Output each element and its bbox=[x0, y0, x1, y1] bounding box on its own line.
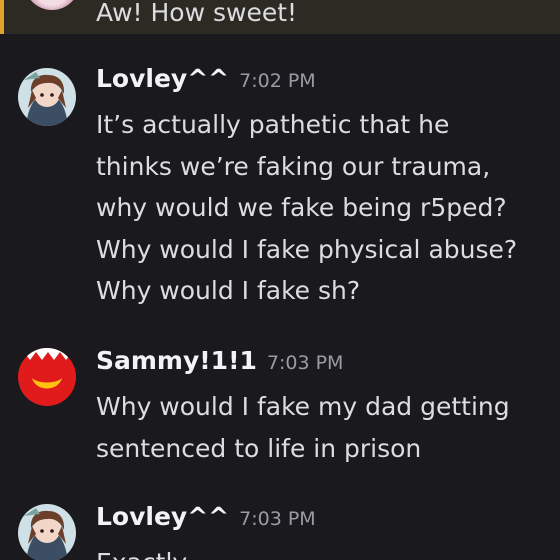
timestamp: 7:03 PM bbox=[266, 352, 344, 374]
username[interactable]: Lovley^^ bbox=[96, 64, 229, 93]
message-text: Aw! How sweet! bbox=[96, 0, 298, 27]
timestamp: 7:02 PM bbox=[239, 70, 316, 92]
message-line: sentenced to life in prison bbox=[96, 433, 422, 463]
message-line: It’s actually pathetic that he bbox=[96, 110, 450, 139]
message-line: Exactly bbox=[96, 542, 546, 560]
username[interactable]: Sammy!1!1 bbox=[96, 346, 257, 375]
message-line: Why would I fake my dad getting bbox=[96, 392, 510, 421]
chat-screen: Aw! How sweet! Lovley^^ 7:02 PM It’s actu… bbox=[0, 0, 560, 560]
user-avatar[interactable] bbox=[24, 0, 80, 10]
message-line: why would we fake being r5ped? bbox=[96, 193, 507, 222]
anime-character-avatar-icon[interactable] bbox=[18, 68, 76, 126]
username[interactable]: Lovley^^ bbox=[96, 502, 229, 531]
message-content: Why would I fake my dad getting sentence… bbox=[96, 386, 546, 469]
timestamp: 7:03 PM bbox=[239, 508, 316, 530]
message-content: Exactly bbox=[96, 542, 546, 560]
message-line: Why would I fake sh? bbox=[96, 276, 361, 305]
anime-character-avatar-icon[interactable] bbox=[18, 504, 76, 560]
highlighted-message[interactable]: Aw! How sweet! bbox=[0, 0, 560, 34]
message-content: It’s actually pathetic that he thinks we… bbox=[96, 104, 546, 312]
message-line: Why would I fake physical abuse? bbox=[96, 234, 518, 264]
happy-meal-box-avatar-icon[interactable] bbox=[18, 348, 76, 406]
message-line: thinks we’re faking our trauma, bbox=[96, 151, 491, 181]
